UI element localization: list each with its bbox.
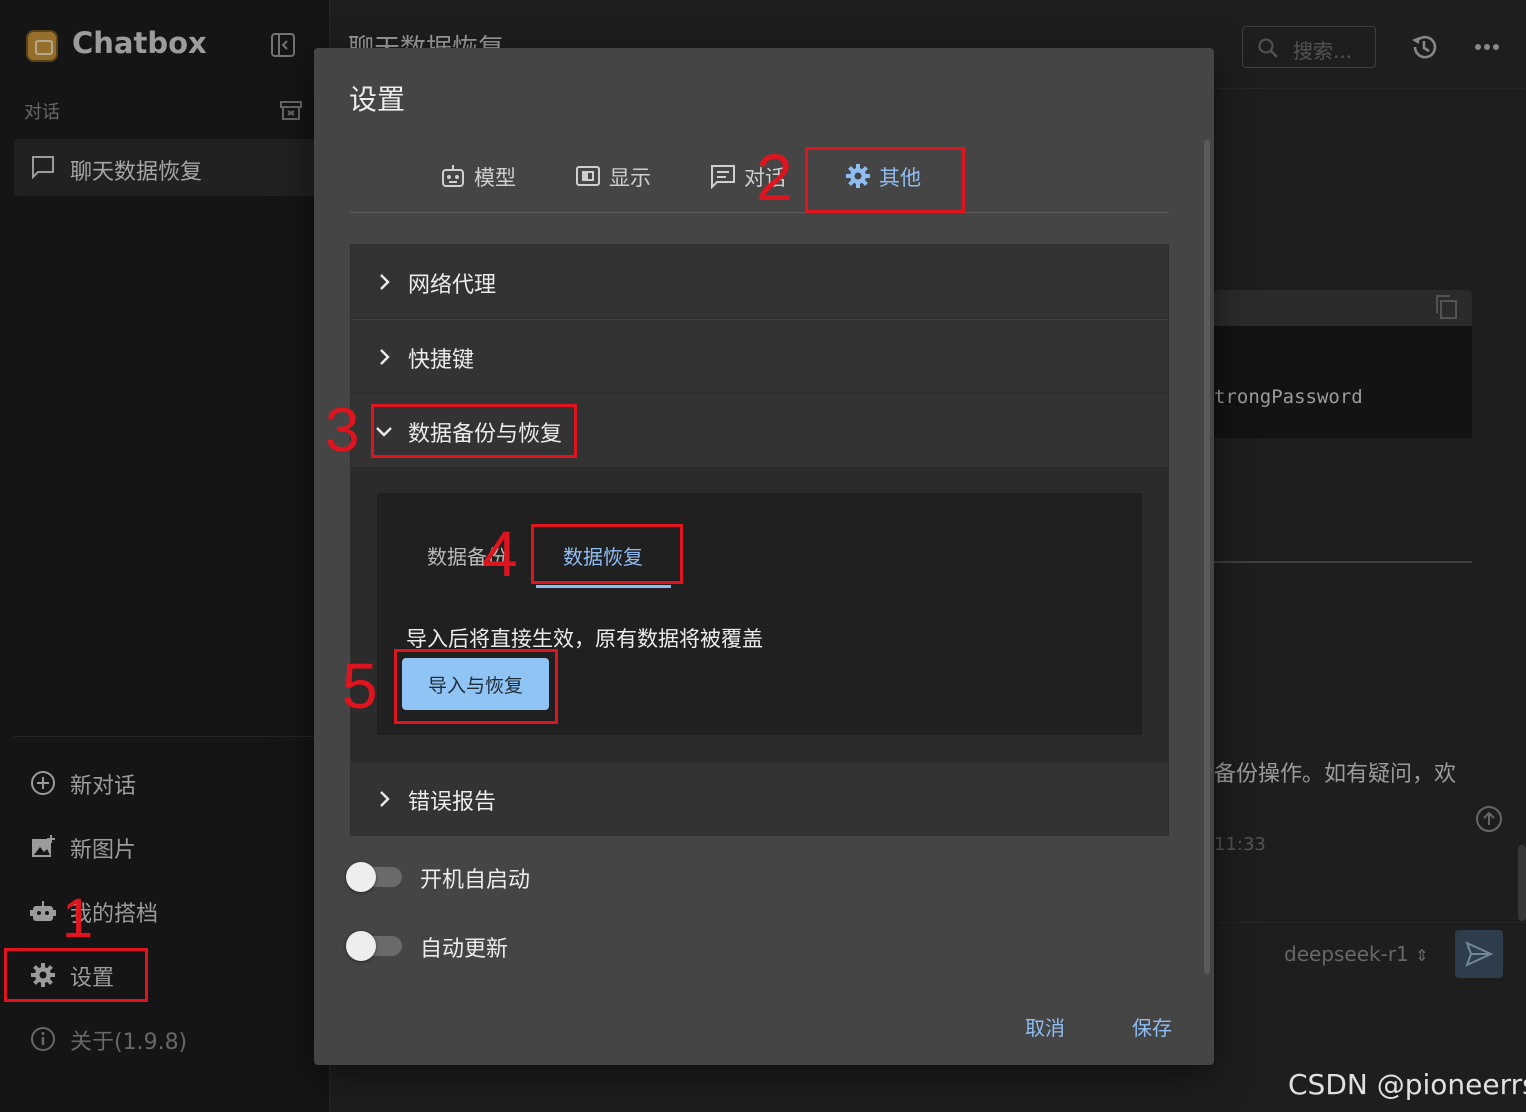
section-network-proxy[interactable]: 网络代理 [351,245,1168,319]
annotation-box-5 [394,649,558,724]
save-button[interactable]: 保存 [1132,1012,1172,1041]
toggle-knob[interactable] [346,862,376,892]
annotation-box-2 [805,147,965,213]
active-subtab-indicator [536,585,671,588]
annotation-box-4 [531,524,683,584]
dialog-title: 设置 [349,83,406,116]
cancel-button[interactable]: 取消 [1025,1012,1065,1041]
chat-icon [710,163,736,189]
annotation-number-1: 1 [62,886,94,949]
chevron-right-icon [377,273,391,291]
section-error-report[interactable]: 错误报告 [351,762,1168,836]
settings-accordion: 网络代理 快捷键 数据备份与恢复 数据备份 数据恢复 导入后将直接生效，原有数据… [350,244,1169,836]
annotation-number-3: 3 [325,396,360,465]
display-icon [575,163,601,189]
dialog-scrollbar[interactable] [1204,140,1210,974]
annotation-box-3 [371,404,577,458]
robot-icon [440,163,466,189]
annotation-number-2: 2 [756,140,793,214]
annotation-box-1 [4,948,148,1002]
chevron-right-icon [377,790,391,808]
chevron-right-icon [377,348,391,366]
annotation-number-5: 5 [342,650,378,722]
section-shortcuts[interactable]: 快捷键 [351,320,1168,394]
toggle-knob[interactable] [346,931,376,961]
annotation-number-4: 4 [482,518,518,590]
watermark: CSDN @pioneerrs [1288,1068,1526,1101]
